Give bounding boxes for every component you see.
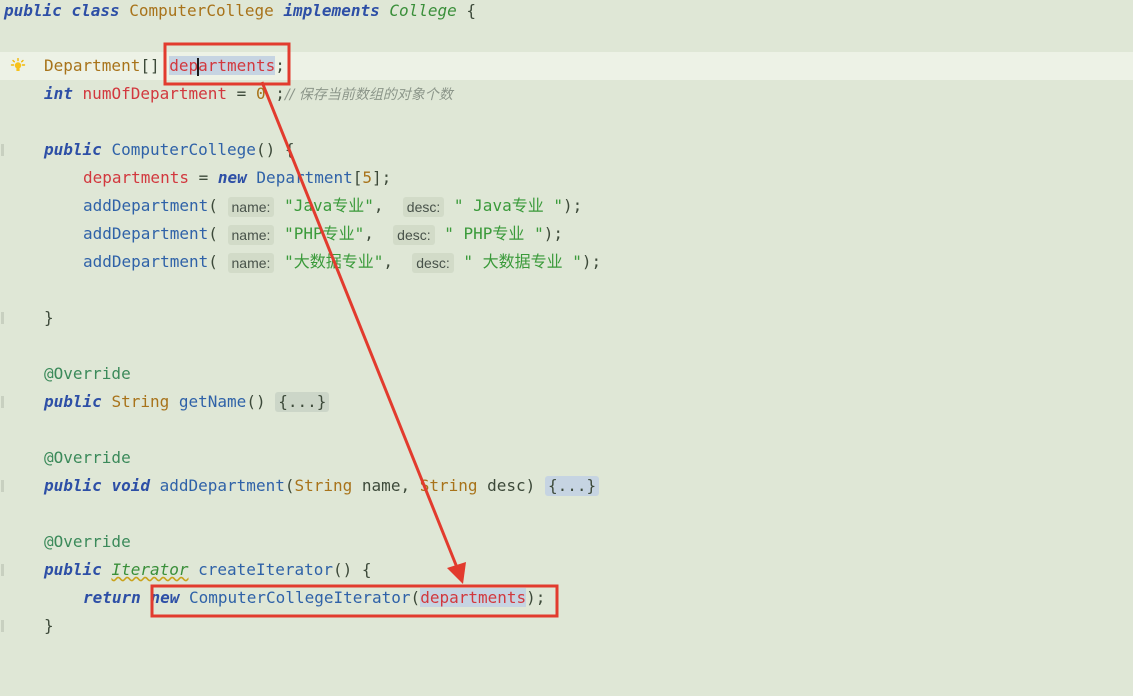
class-name: ComputerCollegeIterator (188, 588, 411, 607)
type-name: Iterator (111, 560, 189, 579)
string-literal: " PHP专业 " (444, 224, 544, 243)
keyword: public (44, 392, 102, 411)
code-line-getname: public String getName() {...} (0, 388, 1133, 416)
code-line-field-departments[interactable]: Department[] departments; (0, 52, 1133, 80)
operator: = (227, 84, 256, 103)
code-comment: // 保存当前数组的对象个数 (284, 87, 453, 103)
string-literal: "Java专业" (284, 196, 374, 215)
code-line-createiterator: public Iterator createIterator() { (0, 556, 1133, 584)
keyword: new (150, 588, 180, 607)
brace: } (44, 308, 54, 327)
number-literal: 5 (362, 168, 373, 187)
bracket: ]; (372, 168, 392, 187)
paren: ( (208, 196, 218, 215)
parameter-hint: desc: (393, 224, 435, 245)
number-literal: 0 (255, 84, 266, 103)
parameter-hint: name: (227, 252, 275, 273)
array-brackets: [] (140, 56, 170, 75)
method-name: addDepartment (159, 476, 285, 495)
string-literal: "PHP专业" (284, 224, 365, 243)
method-name: getName (178, 392, 247, 411)
keyword: implements (283, 1, 380, 20)
comma: , (364, 224, 384, 243)
parameter-hint: desc: (412, 252, 454, 273)
folded-code-block[interactable]: {...} (275, 392, 330, 412)
paren: ( (208, 252, 218, 271)
field-name-part: dep (169, 56, 199, 75)
class-name: ComputerCollege (129, 1, 274, 20)
parameter: name, (352, 476, 420, 495)
keyword: public (44, 140, 102, 159)
lightbulb-icon[interactable] (10, 58, 26, 74)
field-name-part: artments (198, 56, 276, 75)
annotation: @Override (44, 364, 131, 383)
paren: ( (208, 224, 218, 243)
field-departments[interactable]: departments (169, 56, 276, 76)
method-call: addDepartment (83, 252, 209, 271)
string-literal: "大数据专业" (284, 252, 384, 271)
code-line-array-init: departments = new Department[5]; (0, 164, 1133, 192)
code-line-adddepartment: public void addDepartment(String name, S… (0, 472, 1133, 500)
annotation: @Override (44, 532, 131, 551)
folded-code-block[interactable]: {...} (544, 476, 600, 496)
parameter-hint: name: (227, 224, 275, 245)
parameter: desc) (477, 476, 545, 495)
paren: ); (581, 252, 602, 271)
code-line-ctor-close: } (0, 304, 1133, 332)
semicolon: ; (265, 84, 285, 103)
method-name: ComputerCollege (111, 140, 256, 159)
string-literal: " 大数据专业 " (463, 252, 582, 271)
string-literal: " Java专业 " (453, 196, 563, 215)
code-line-method-close: } (0, 612, 1133, 640)
semicolon: ; (275, 56, 285, 75)
type-name: Department (44, 56, 141, 75)
annotation: @Override (44, 448, 131, 467)
method-call: addDepartment (83, 224, 209, 243)
interface-name: College (389, 1, 457, 20)
brace: } (44, 616, 54, 635)
signature: () { (333, 560, 372, 579)
comma: , (373, 196, 394, 215)
bracket: [ (352, 168, 363, 187)
keyword: new (217, 168, 247, 187)
paren: ); (526, 588, 546, 607)
keyword: int (44, 84, 73, 103)
keyword: return (83, 588, 141, 607)
method-call: addDepartment (83, 196, 209, 215)
paren: ( (410, 588, 421, 607)
keyword: void (111, 476, 150, 495)
comma: , (383, 252, 403, 271)
brace: { (456, 1, 477, 20)
field-name: numOfDepartment (82, 84, 228, 103)
type-name: String (294, 476, 353, 495)
field-name: departments (83, 168, 189, 187)
type-name: Department (256, 168, 353, 187)
paren: ); (543, 224, 563, 243)
type-name: String (419, 476, 478, 495)
keyword: class (71, 1, 120, 20)
code-line-add-bigdata: addDepartment( name: "大数据专业", desc: " 大数… (0, 248, 1133, 276)
keyword: public (44, 560, 102, 579)
code-line-override: @Override (0, 444, 1133, 472)
parameter-hint: desc: (402, 196, 445, 217)
argument-departments[interactable]: departments (420, 588, 527, 607)
code-line-constructor: public ComputerCollege() { (0, 136, 1133, 164)
code-editor[interactable]: public class ComputerCollege implements … (0, 0, 1133, 641)
method-name: createIterator (198, 560, 333, 579)
code-line-class-decl: public class ComputerCollege implements … (0, 0, 1133, 25)
code-line-add-java: addDepartment( name: "Java专业", desc: " J… (0, 192, 1133, 220)
signature: () (246, 392, 276, 411)
keyword: public (44, 476, 102, 495)
type-name: String (111, 392, 170, 411)
operator: = (188, 168, 218, 187)
paren: ); (562, 196, 583, 215)
code-line-return: return new ComputerCollegeIterator(depar… (0, 584, 1133, 612)
keyword: public (4, 1, 62, 20)
signature: () { (255, 140, 295, 159)
code-line-override: @Override (0, 528, 1133, 556)
code-line-add-php: addDepartment( name: "PHP专业", desc: " PH… (0, 220, 1133, 248)
code-line-override: @Override (0, 360, 1133, 388)
code-line-field-count: int numOfDepartment = 0 ;// 保存当前数组的对象个数 (0, 80, 1133, 108)
parameter-hint: name: (227, 196, 275, 217)
